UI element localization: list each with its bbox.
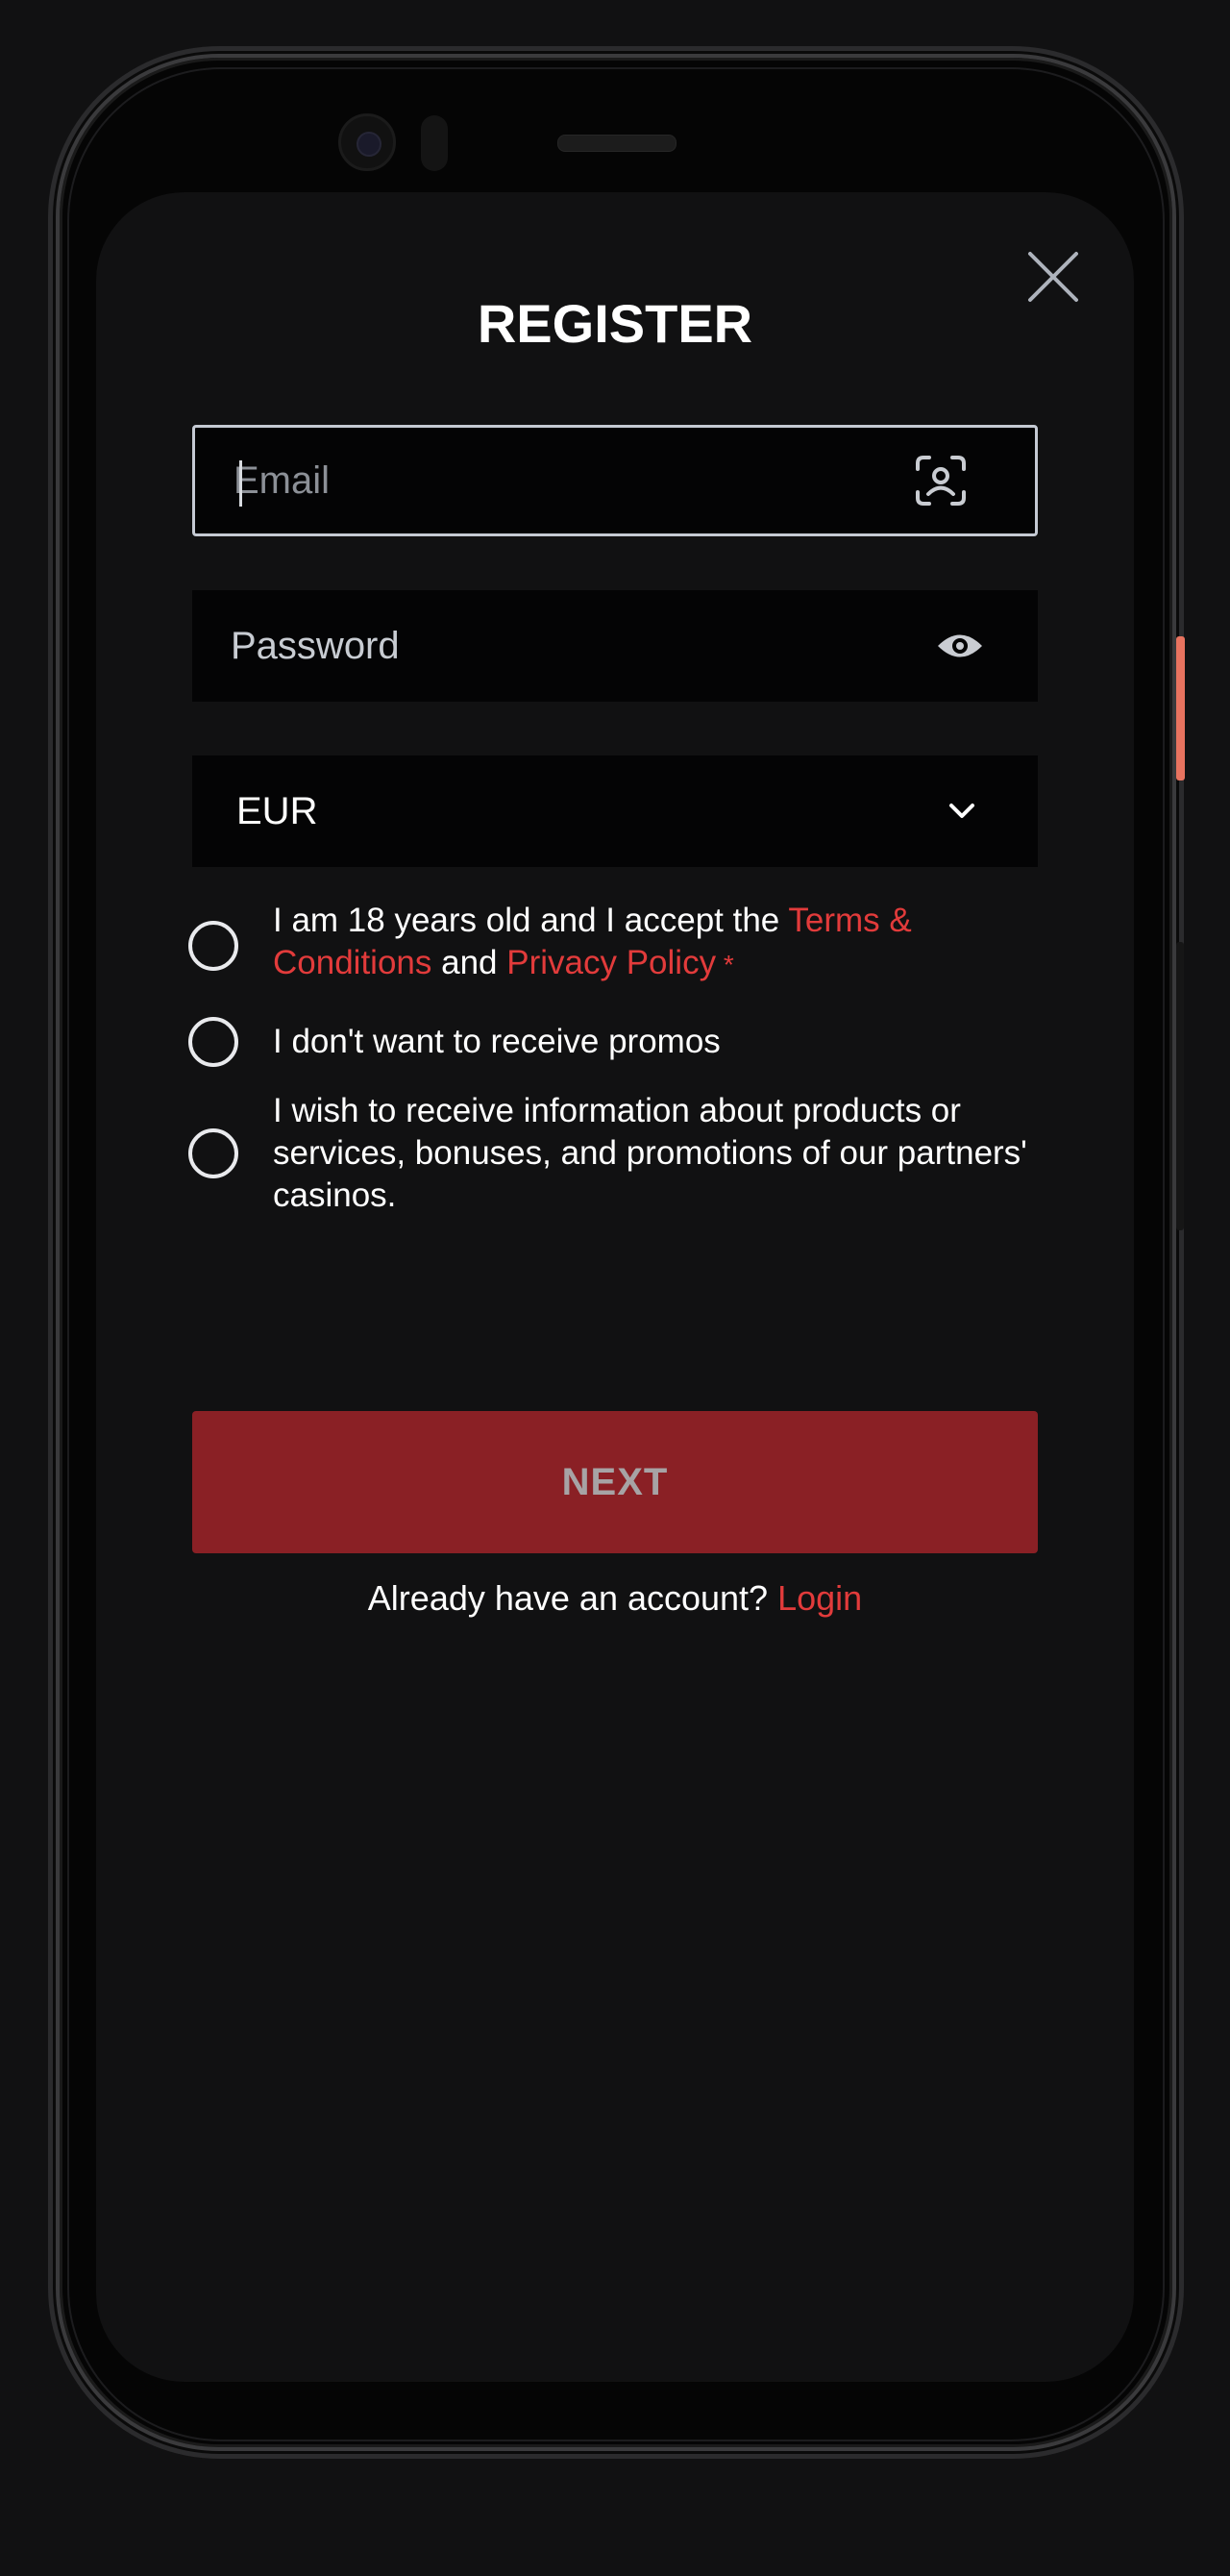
phone-power-button	[1176, 636, 1185, 780]
required-mark: *	[716, 950, 734, 979]
partners-info-radio[interactable]	[188, 1128, 238, 1178]
front-camera	[338, 113, 396, 171]
earpiece-speaker	[557, 135, 676, 152]
login-prompt: Already have an account? Login	[96, 1578, 1134, 1619]
terms-option: I am 18 years old and I accept the Terms…	[188, 900, 1053, 992]
password-input[interactable]	[231, 590, 884, 702]
no-promos-option: I don't want to receive promos	[188, 1017, 1053, 1071]
partners-info-option: I wish to receive information about prod…	[188, 1090, 1053, 1217]
currency-select[interactable]: EUR	[192, 755, 1038, 867]
register-modal: REGISTER Email EUR I am 18 years old and…	[96, 192, 1134, 2382]
no-promos-radio[interactable]	[188, 1017, 238, 1067]
terms-prefix-text: I am 18 years old and I accept the	[273, 902, 789, 939]
no-promos-text: I don't want to receive promos	[273, 1023, 721, 1060]
privacy-policy-link[interactable]: Privacy Policy	[506, 944, 716, 981]
chevron-down-icon	[947, 755, 976, 867]
terms-and-text: and	[431, 944, 507, 981]
have-account-text: Already have an account?	[367, 1578, 769, 1618]
terms-radio[interactable]	[188, 921, 238, 971]
text-cursor	[239, 460, 242, 507]
partners-info-text: I wish to receive information about prod…	[273, 1092, 1027, 1214]
password-field-container	[192, 590, 1038, 702]
phone-volume-button	[1176, 942, 1184, 1230]
email-input[interactable]	[234, 428, 887, 533]
terms-text: I am 18 years old and I accept the Terms…	[273, 900, 1042, 986]
page-title: REGISTER	[477, 293, 753, 354]
eye-icon[interactable]	[936, 590, 984, 702]
next-button[interactable]: NEXT	[192, 1411, 1038, 1553]
currency-value: EUR	[236, 790, 318, 832]
email-field-container	[192, 425, 1038, 536]
login-link[interactable]: Login	[777, 1578, 862, 1618]
face-id-icon[interactable]	[912, 428, 970, 533]
proximity-sensor	[421, 115, 448, 171]
